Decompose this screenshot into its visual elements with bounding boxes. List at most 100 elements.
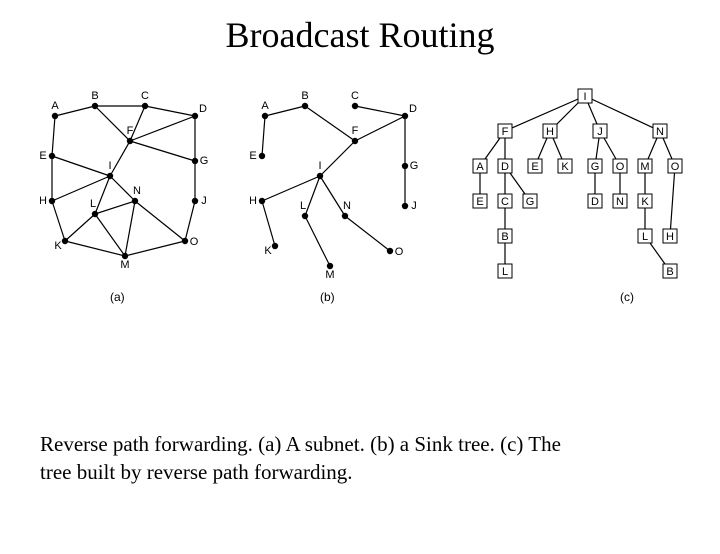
node-G [402, 163, 408, 169]
node-D2: D [588, 194, 602, 208]
svg-text:G: G [200, 155, 209, 167]
svg-text:I: I [318, 160, 321, 172]
svg-text:K: K [54, 240, 62, 252]
svg-text:N: N [656, 126, 664, 138]
svg-text:K: K [561, 161, 569, 173]
node-C [352, 103, 358, 109]
node-O [182, 238, 188, 244]
node-L [302, 213, 308, 219]
svg-text:N: N [343, 200, 351, 212]
svg-text:G: G [591, 161, 600, 173]
svg-text:D: D [591, 196, 599, 208]
svg-text:B: B [666, 266, 673, 278]
node-G: G [588, 159, 602, 173]
node-M: M [638, 159, 652, 173]
page-title: Broadcast Routing [0, 14, 720, 56]
svg-text:M: M [325, 269, 334, 281]
node-E [49, 153, 55, 159]
svg-text:L: L [90, 198, 96, 210]
node-A [52, 113, 58, 119]
svg-text:E: E [250, 150, 257, 162]
caption-line-1: Reverse path forwarding. (a) A subnet. (… [40, 432, 561, 456]
svg-text:L: L [502, 266, 508, 278]
svg-text:E: E [476, 196, 483, 208]
svg-text:O: O [616, 161, 625, 173]
node-B2: B [663, 264, 677, 278]
node-C [142, 103, 148, 109]
node-D: D [498, 159, 512, 173]
node-K: K [558, 159, 572, 173]
node-B [302, 103, 308, 109]
svg-text:E: E [40, 150, 47, 162]
node-N [342, 213, 348, 219]
svg-text:C: C [501, 196, 509, 208]
node-A: A [473, 159, 487, 173]
svg-text:E: E [531, 161, 538, 173]
node-N [132, 198, 138, 204]
svg-text:D: D [199, 103, 207, 115]
caption: Reverse path forwarding. (a) A subnet. (… [40, 430, 680, 487]
node-H [49, 198, 55, 204]
svg-text:O: O [671, 161, 680, 173]
node-C: C [498, 194, 512, 208]
svg-text:O: O [190, 236, 199, 248]
svg-text:H: H [666, 231, 674, 243]
node-N2: N [613, 194, 627, 208]
svg-text:G: G [410, 160, 419, 172]
node-D [402, 113, 408, 119]
node-I [317, 173, 323, 179]
node-N: N [653, 124, 667, 138]
svg-text:F: F [352, 125, 359, 137]
node-L [92, 211, 98, 217]
svg-text:B: B [91, 90, 98, 102]
node-D [192, 113, 198, 119]
figure-area: A B C D E F G H I J K L M N O (a) A B C D E F G H I J K L M N O (b) I F… [20, 86, 700, 336]
node-G2: G [523, 194, 537, 208]
svg-text:J: J [597, 126, 603, 138]
svg-text:F: F [127, 125, 134, 137]
svg-text:D: D [409, 103, 417, 115]
node-J [402, 203, 408, 209]
node-E: E [528, 159, 542, 173]
node-H [259, 198, 265, 204]
svg-text:L: L [300, 200, 306, 212]
node-O: O [613, 159, 627, 173]
subfigure-label: (a) [110, 290, 125, 304]
svg-text:H: H [250, 195, 257, 207]
subfigure-label: (b) [320, 290, 335, 304]
svg-text:G: G [526, 196, 535, 208]
svg-text:K: K [641, 196, 649, 208]
svg-text:O: O [395, 246, 404, 258]
node-O2: O [668, 159, 682, 173]
svg-text:N: N [616, 196, 624, 208]
diagram-a: ABCDEFGHIJKLMNO(a) [40, 86, 240, 316]
svg-text:A: A [261, 100, 269, 112]
node-H2: H [663, 229, 677, 243]
node-G [192, 158, 198, 164]
node-L2: L [638, 229, 652, 243]
svg-text:H: H [40, 195, 47, 207]
svg-text:F: F [502, 126, 509, 138]
node-O [387, 248, 393, 254]
node-B [92, 103, 98, 109]
node-B: B [498, 229, 512, 243]
svg-text:I: I [108, 160, 111, 172]
svg-text:M: M [640, 161, 649, 173]
node-E [259, 153, 265, 159]
svg-text:M: M [120, 259, 129, 271]
svg-text:B: B [301, 90, 308, 102]
svg-text:J: J [411, 200, 417, 212]
node-L: L [498, 264, 512, 278]
node-F [127, 138, 133, 144]
node-I: I [578, 89, 592, 103]
svg-text:C: C [141, 90, 149, 102]
node-A [262, 113, 268, 119]
node-F [352, 138, 358, 144]
svg-text:N: N [133, 185, 141, 197]
svg-text:K: K [264, 245, 272, 257]
svg-text:C: C [351, 90, 359, 102]
svg-text:A: A [51, 100, 59, 112]
node-J: J [593, 124, 607, 138]
node-K [272, 243, 278, 249]
svg-text:L: L [642, 231, 648, 243]
